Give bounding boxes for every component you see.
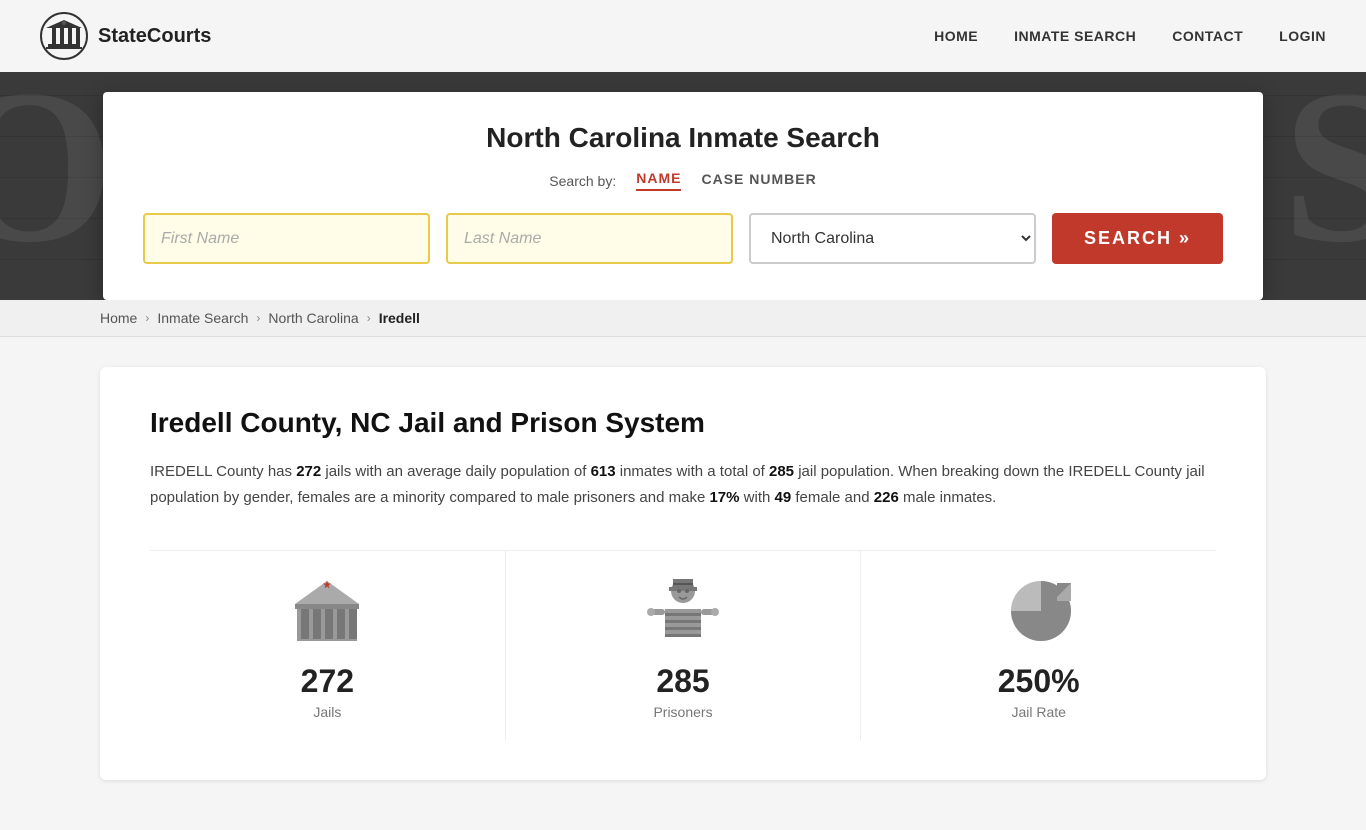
stat-jail-rate: 250% Jail Rate	[861, 551, 1216, 740]
last-name-input[interactable]	[446, 213, 733, 264]
nav-home-link[interactable]: HOME	[934, 28, 978, 44]
breadcrumb: Home › Inmate Search › North Carolina › …	[0, 300, 1366, 337]
breadcrumb-north-carolina[interactable]: North Carolina	[268, 310, 358, 326]
breadcrumb-inmate-search[interactable]: Inmate Search	[157, 310, 248, 326]
main-content: Iredell County, NC Jail and Prison Syste…	[0, 337, 1366, 830]
tab-case-number[interactable]: CASE NUMBER	[701, 171, 816, 190]
stat-prisoners-label: Prisoners	[653, 704, 712, 720]
chart-icon	[999, 571, 1079, 651]
logo-icon	[40, 12, 88, 60]
stat-jails-number: 272	[301, 663, 354, 700]
prisoner-icon	[643, 571, 723, 651]
nav-inmate-search-link[interactable]: INMATE SEARCH	[1014, 28, 1136, 44]
stat-male-count: 226	[874, 489, 899, 506]
nav-links-container: HOME INMATE SEARCH CONTACT LOGIN	[934, 28, 1326, 44]
jail-icon	[287, 571, 367, 651]
search-card: North Carolina Inmate Search Search by: …	[103, 92, 1263, 300]
tab-name[interactable]: NAME	[636, 170, 681, 191]
site-name: StateCourts	[98, 25, 211, 48]
stat-female-pct: 17%	[709, 489, 739, 506]
content-description: IREDELL County has 272 jails with an ave…	[150, 459, 1216, 510]
navigation: StateCourts HOME INMATE SEARCH CONTACT L…	[0, 0, 1366, 72]
breadcrumb-current: Iredell	[379, 310, 420, 326]
search-inputs-row: North Carolina Alabama Alaska Arizona Ar…	[143, 213, 1223, 264]
content-card: Iredell County, NC Jail and Prison Syste…	[100, 367, 1266, 780]
nav-contact-link[interactable]: CONTACT	[1172, 28, 1243, 44]
site-logo[interactable]: StateCourts	[40, 12, 211, 60]
breadcrumb-home[interactable]: Home	[100, 310, 137, 326]
stat-female-count: 49	[775, 489, 792, 506]
stat-avg-pop: 613	[591, 463, 616, 480]
stat-prisoners: 285 Prisoners	[506, 551, 862, 740]
stat-jails: 272 Jails	[150, 551, 506, 740]
stat-jails-count: 272	[296, 463, 321, 480]
breadcrumb-sep-2: ›	[256, 311, 260, 325]
state-select[interactable]: North Carolina Alabama Alaska Arizona Ar…	[749, 213, 1036, 264]
search-card-wrapper: North Carolina Inmate Search Search by: …	[0, 72, 1366, 300]
hero-section: COURTHOUSE StateCourts HOME INMATE SEARC…	[0, 0, 1366, 300]
content-title: Iredell County, NC Jail and Prison Syste…	[150, 407, 1216, 439]
stat-total-pop: 285	[769, 463, 794, 480]
breadcrumb-sep-3: ›	[367, 311, 371, 325]
breadcrumb-sep-1: ›	[145, 311, 149, 325]
stat-prisoners-number: 285	[656, 663, 709, 700]
search-button[interactable]: SEARCH »	[1052, 213, 1223, 264]
first-name-input[interactable]	[143, 213, 430, 264]
search-by-row: Search by: NAME CASE NUMBER	[143, 170, 1223, 191]
stat-jail-rate-number: 250%	[998, 663, 1080, 700]
stat-jail-rate-label: Jail Rate	[1011, 704, 1065, 720]
nav-login-link[interactable]: LOGIN	[1279, 28, 1326, 44]
search-by-label: Search by:	[549, 173, 616, 189]
stats-row: 272 Jails	[150, 550, 1216, 740]
stat-jails-label: Jails	[313, 704, 341, 720]
search-card-title: North Carolina Inmate Search	[143, 122, 1223, 154]
